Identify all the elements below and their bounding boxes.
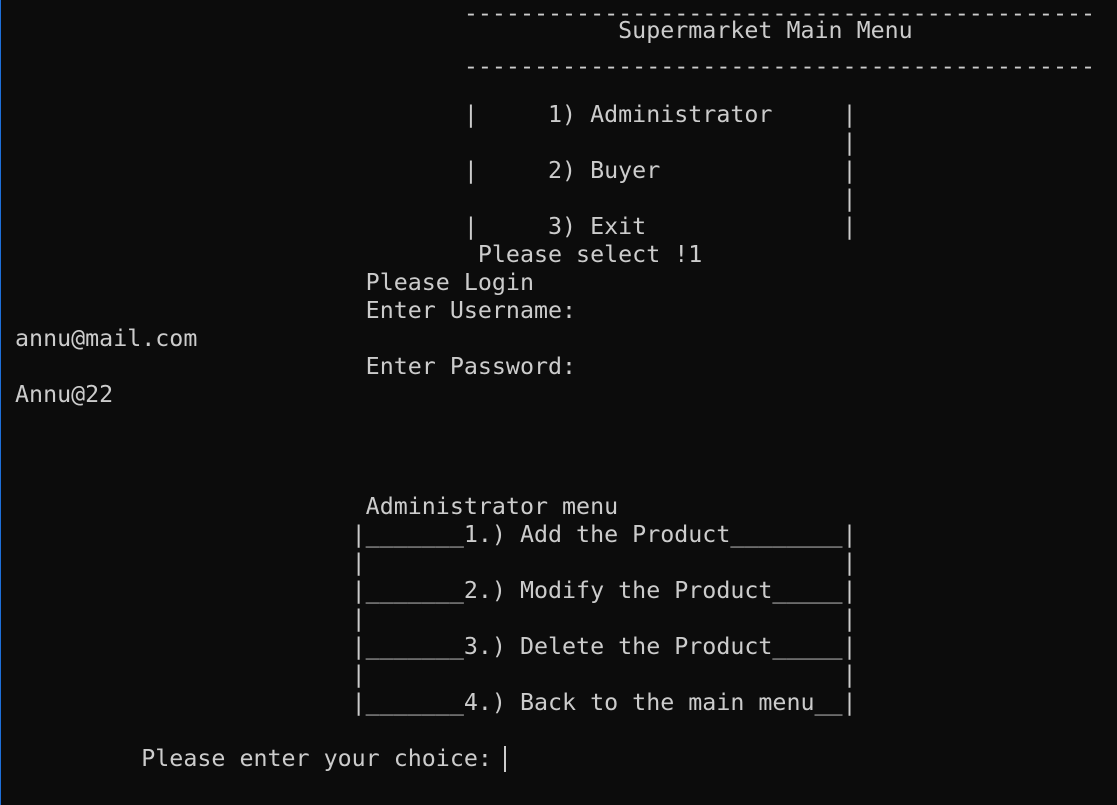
admin-menu-title: Administrator menu: [1, 493, 619, 520]
terminal-window[interactable]: ----------------------------------------…: [0, 0, 1117, 805]
username-prompt: Enter Username:: [1, 297, 577, 324]
admin-option-back: |_______4.) Back to the main menu__|: [1, 689, 857, 716]
admin-option-modify: |_______2.) Modify the Product_____|: [1, 577, 857, 604]
text-cursor[interactable]: [504, 746, 506, 772]
admin-border-line: | |: [1, 605, 857, 632]
admin-border-line: | |: [1, 661, 857, 688]
select-prompt: Please select !1: [1, 241, 703, 268]
admin-option-add: |_______1.) Add the Product________|: [1, 521, 857, 548]
password-prompt: Enter Password:: [1, 353, 577, 380]
admin-border-line: | |: [1, 549, 857, 576]
username-input-echo: annu@mail.com: [1, 325, 198, 352]
menu-option-exit: | 3) Exit |: [1, 213, 857, 240]
choice-prompt: Please enter your choice:: [1, 745, 506, 772]
login-heading: Please Login: [1, 269, 534, 296]
menu-border-line: |: [1, 129, 857, 156]
admin-option-delete: |_______3.) Delete the Product_____|: [1, 633, 857, 660]
menu-option-buyer: | 2) Buyer |: [1, 157, 857, 184]
menu-bottom-divider: ----------------------------------------…: [1, 53, 1096, 80]
menu-option-administrator: | 1) Administrator |: [1, 101, 857, 128]
password-input-echo: Annu@22: [1, 381, 114, 408]
main-menu-title: Supermarket Main Menu: [1, 17, 913, 44]
menu-border-line: |: [1, 185, 857, 212]
